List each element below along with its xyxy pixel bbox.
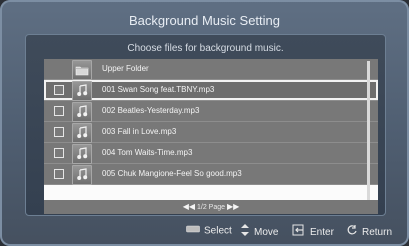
enter-hint: Enter (292, 224, 334, 238)
enter-icon (292, 224, 306, 241)
checkbox[interactable] (54, 148, 64, 158)
up-down-arrows-icon (240, 224, 250, 241)
select-label: Select (204, 225, 232, 237)
return-label: Return (362, 227, 393, 239)
background-music-setting-dialog: Background Music Setting Choose files fo… (0, 0, 409, 246)
return-hint: Return (346, 224, 392, 238)
list-item-file[interactable]: 005 Chuk Mangione-Feel So good.mp3 (44, 164, 378, 185)
move-label: Move (254, 227, 279, 239)
checkbox[interactable] (54, 169, 64, 179)
list-item-label: 001 Swan Song feat.TBNY.mp3 (102, 85, 215, 94)
page-indicator: 1/2 Page (196, 204, 226, 211)
checkbox[interactable] (54, 106, 64, 116)
previous-page-arrow-icon[interactable]: ◀◀ (183, 202, 195, 211)
file-selection-panel: Choose files for background music. Upper… (25, 34, 386, 216)
list-item-file[interactable]: 001 Swan Song feat.TBNY.mp3 (44, 80, 378, 101)
music-note-icon (72, 165, 92, 185)
list-item-upper-folder[interactable]: Upper Folder (44, 59, 378, 80)
move-hint: Move (240, 224, 278, 238)
panel-subtitle: Choose files for background music. (127, 43, 284, 54)
list-item-label: 003 Fall in Love.mp3 (102, 127, 177, 136)
checkbox[interactable] (54, 85, 64, 95)
list-item-label: Upper Folder (102, 64, 149, 73)
select-hint: Select (186, 224, 232, 238)
list-item-file[interactable]: 004 Tom Waits-Time.mp3 (44, 143, 378, 164)
checkbox[interactable] (54, 127, 64, 137)
music-note-icon (72, 144, 92, 164)
next-page-arrow-icon[interactable]: ▶▶ (227, 202, 239, 211)
file-list: Upper Folder 001 Swan Song feat.TBNY.mp3 (44, 59, 378, 214)
music-note-icon (72, 102, 92, 122)
music-note-icon (72, 81, 92, 101)
music-note-icon (72, 123, 92, 143)
list-item-label: 004 Tom Waits-Time.mp3 (102, 148, 193, 157)
return-icon (346, 224, 358, 241)
folder-icon (72, 60, 92, 80)
list-item-file[interactable]: 002 Beatles-Yesterday.mp3 (44, 101, 378, 122)
dialog-title: Background Music Setting (128, 13, 281, 28)
list-item-label: 005 Chuk Mangione-Feel So good.mp3 (102, 169, 242, 178)
list-item-file[interactable]: 003 Fall in Love.mp3 (44, 122, 378, 143)
footer-hints: Select Move Enter Return (0, 220, 409, 242)
enter-label: Enter (310, 227, 334, 239)
scrollbar[interactable] (367, 61, 370, 201)
grey-button-icon (186, 224, 200, 238)
pagination: ◀◀ 1/2 Page ▶▶ (44, 200, 378, 214)
list-item-label: 002 Beatles-Yesterday.mp3 (102, 106, 200, 115)
